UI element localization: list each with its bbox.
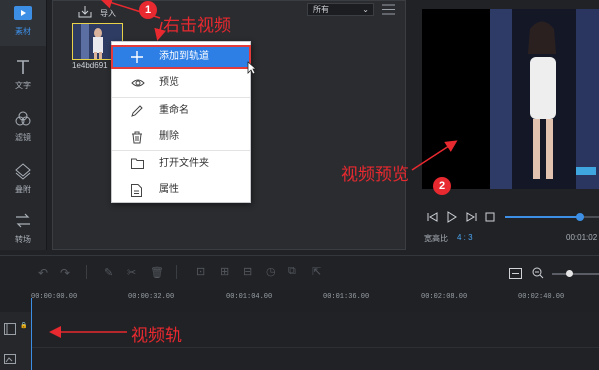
annotation-arrow-preview bbox=[411, 140, 458, 171]
annotation-arrow-menu bbox=[154, 21, 167, 41]
annotation-arrows bbox=[49, 0, 458, 338]
annotation-video-track: 视频轨 bbox=[131, 326, 182, 346]
step-badge-1: 1 bbox=[139, 1, 157, 19]
annotation-video-preview: 视频预览 bbox=[341, 165, 409, 185]
step-badge-2: 2 bbox=[433, 177, 451, 195]
annotation-right-click-video: 右击视频 bbox=[163, 16, 231, 36]
